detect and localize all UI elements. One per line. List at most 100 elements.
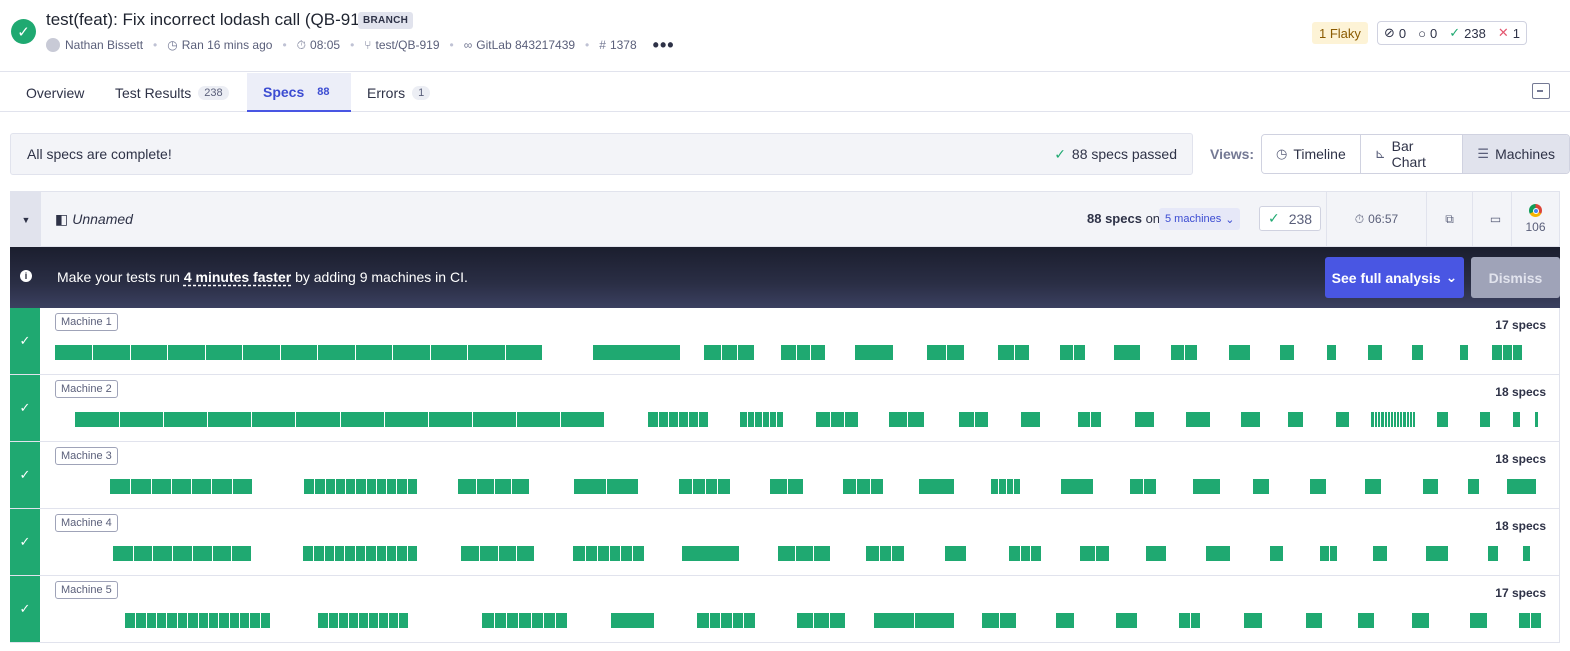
spec-bar[interactable] [1310, 479, 1326, 494]
spec-bar[interactable] [919, 479, 954, 494]
promo-highlight[interactable]: 4 minutes faster [184, 269, 291, 285]
spec-bar[interactable] [1368, 345, 1382, 360]
spec-bar[interactable] [1336, 412, 1349, 427]
spec-bar[interactable] [874, 613, 954, 628]
spec-bar[interactable] [1179, 613, 1200, 628]
spec-bar[interactable] [704, 345, 754, 360]
spec-bar[interactable] [1423, 479, 1438, 494]
tab-test-results[interactable]: Test Results 238 [99, 73, 245, 112]
author-name[interactable]: Nathan Bissett [65, 38, 143, 52]
spec-bar[interactable] [461, 546, 534, 561]
spec-bar[interactable] [1280, 345, 1294, 360]
spec-bar[interactable] [1412, 613, 1429, 628]
spec-bar[interactable] [866, 546, 904, 561]
spec-bar[interactable] [75, 412, 604, 427]
spec-bar[interactable] [573, 546, 644, 561]
pending-count[interactable]: ○ 0 [1418, 26, 1437, 41]
spec-bar[interactable] [304, 479, 417, 494]
spec-bar[interactable] [740, 412, 783, 427]
spec-bar[interactable] [1513, 412, 1520, 427]
spec-bar[interactable] [1021, 412, 1040, 427]
spec-bar[interactable] [1009, 546, 1041, 561]
spec-bar[interactable] [998, 345, 1029, 360]
spec-bar[interactable] [1437, 412, 1448, 427]
timeline-view-button[interactable]: ◷ Timeline [1262, 135, 1361, 173]
passed-count[interactable]: ✓ 238 [1449, 25, 1486, 41]
spec-bar[interactable] [482, 613, 567, 628]
spec-bar[interactable] [855, 345, 893, 360]
spec-bar[interactable] [797, 613, 845, 628]
spec-bar[interactable] [781, 345, 825, 360]
spec-bar[interactable] [1412, 345, 1423, 360]
spec-bar[interactable] [611, 613, 654, 628]
spec-bar[interactable] [1135, 412, 1154, 427]
spec-bar[interactable] [303, 546, 417, 561]
spec-bar[interactable] [982, 613, 1016, 628]
spec-bar[interactable] [1206, 546, 1230, 561]
spec-bar[interactable] [1060, 345, 1085, 360]
spec-bar[interactable] [1468, 479, 1479, 494]
spec-bar[interactable] [1253, 479, 1269, 494]
spec-bar[interactable] [1306, 613, 1322, 628]
spec-bar[interactable] [1358, 613, 1374, 628]
spec-bar[interactable] [1061, 479, 1093, 494]
tab-overview[interactable]: Overview [10, 73, 100, 112]
spec-bar[interactable] [1241, 412, 1260, 427]
spec-bar[interactable] [1171, 345, 1197, 360]
spec-bar[interactable] [1056, 613, 1074, 628]
dismiss-button[interactable]: Dismiss [1471, 257, 1560, 298]
spec-bar[interactable] [1244, 613, 1262, 628]
more-options-icon[interactable]: ••• [653, 35, 675, 56]
spec-bar[interactable] [1186, 412, 1210, 427]
group-passed-count[interactable]: ✓ 238 [1259, 206, 1322, 231]
spec-bar[interactable] [1146, 546, 1166, 561]
spec-bar[interactable] [574, 479, 638, 494]
spec-bar[interactable] [778, 546, 830, 561]
spec-bar[interactable] [991, 479, 1020, 494]
spec-bar[interactable] [959, 412, 988, 427]
spec-bar[interactable] [1229, 345, 1250, 360]
spec-bar[interactable] [1460, 345, 1468, 360]
spec-bar[interactable] [1535, 412, 1538, 427]
see-full-analysis-button[interactable]: See full analysis ⌄ [1325, 257, 1464, 298]
flaky-badge[interactable]: 1 Flaky [1312, 22, 1368, 44]
failed-count[interactable]: ✕ 1 [1498, 25, 1520, 41]
spec-bar[interactable] [1193, 479, 1220, 494]
run-title[interactable]: test(feat): Fix incorrect lodash call (Q… [46, 10, 375, 30]
spec-bar[interactable] [125, 613, 270, 628]
bar-chart-view-button[interactable]: ⊾ Bar Chart [1360, 135, 1464, 173]
spec-bar[interactable] [458, 479, 529, 494]
spec-bar[interactable] [1519, 613, 1541, 628]
spec-bar[interactable] [1327, 345, 1336, 360]
spec-bar[interactable] [1270, 546, 1283, 561]
spec-bar[interactable] [1288, 412, 1303, 427]
spec-bar[interactable] [770, 479, 803, 494]
spec-bar[interactable] [1116, 613, 1137, 628]
spec-bar[interactable] [1320, 546, 1337, 561]
spec-bar[interactable] [889, 412, 924, 427]
spec-bar[interactable] [1470, 613, 1487, 628]
spec-bar[interactable] [1371, 412, 1415, 427]
spec-bar[interactable] [816, 412, 858, 427]
machines-dropdown[interactable]: 5 machines ⌄ [1159, 208, 1241, 230]
spec-bar[interactable] [318, 613, 408, 628]
spec-bar[interactable] [1078, 412, 1101, 427]
ci-link[interactable]: GitLab 843217439 [476, 38, 575, 52]
spec-bar[interactable] [945, 546, 966, 561]
spec-bar[interactable] [697, 613, 755, 628]
spec-bar[interactable] [648, 412, 708, 427]
spec-bar[interactable] [593, 345, 680, 360]
spec-bar[interactable] [1365, 479, 1381, 494]
spec-bar[interactable] [927, 345, 964, 360]
spec-bar[interactable] [843, 479, 883, 494]
spec-bar[interactable] [679, 479, 730, 494]
tab-specs[interactable]: Specs 88 [247, 73, 351, 112]
spec-bar[interactable] [1488, 546, 1498, 561]
spec-bar[interactable] [1507, 479, 1536, 494]
spec-bar[interactable] [1492, 345, 1522, 360]
spec-bar[interactable] [1114, 345, 1140, 360]
branch-name[interactable]: test/QB-919 [375, 38, 439, 52]
spec-bar[interactable] [113, 546, 251, 561]
tab-errors[interactable]: Errors 1 [351, 73, 446, 112]
spec-bar[interactable] [1426, 546, 1448, 561]
